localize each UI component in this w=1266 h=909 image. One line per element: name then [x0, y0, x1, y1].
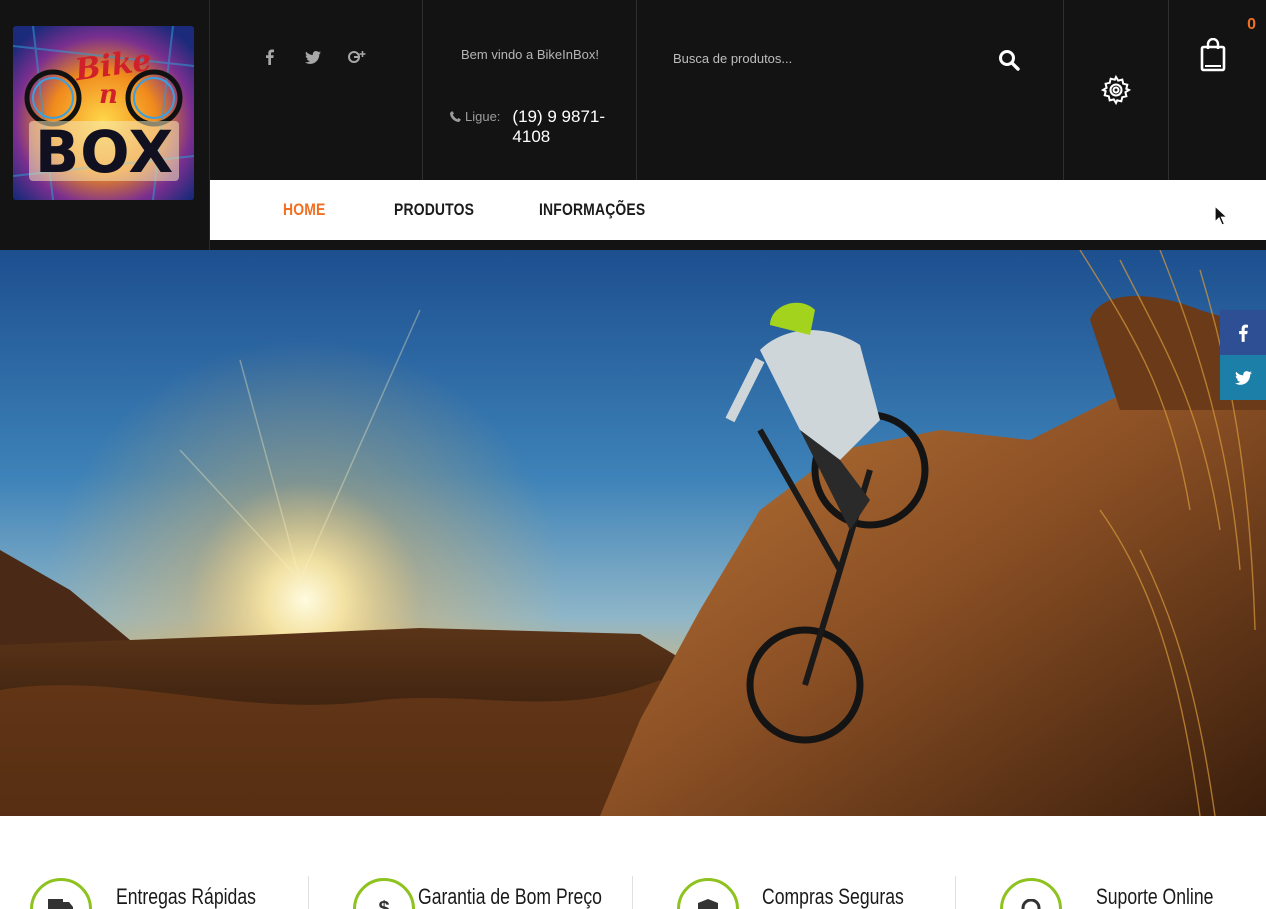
phone-label: Ligue: — [450, 109, 500, 124]
twitter-icon — [1234, 370, 1252, 385]
feature-divider — [308, 876, 309, 909]
hero-image — [0, 250, 1266, 816]
shopping-bag-icon[interactable] — [1199, 37, 1227, 72]
feature-title: Entregas Rápidas — [116, 884, 256, 909]
cart-count-badge: 0 — [1247, 16, 1256, 33]
feature-title: Compras Seguras — [762, 884, 904, 909]
nav-item-produtos[interactable]: PRODUTOS — [394, 200, 474, 220]
twitter-icon[interactable] — [302, 46, 324, 68]
dollar-icon: $ — [353, 878, 415, 909]
gear-icon[interactable] — [1100, 74, 1132, 106]
hero-banner — [0, 250, 1266, 816]
facebook-icon[interactable] — [258, 46, 280, 68]
facebook-icon — [1239, 324, 1248, 342]
welcome-cell: Bem vindo a BikeInBox! Ligue: (19) 9 987… — [423, 0, 637, 180]
logo-text-box: BOX — [35, 118, 175, 186]
phone-icon — [450, 111, 461, 122]
search-cell — [637, 0, 1064, 180]
headset-icon — [1000, 878, 1062, 909]
share-facebook-button[interactable] — [1220, 310, 1266, 355]
feature-divider — [632, 876, 633, 909]
mouse-cursor-icon — [1214, 204, 1229, 231]
logo-cell: Bike n BOX — [0, 0, 210, 250]
nav-item-home[interactable]: HOME — [283, 200, 325, 220]
features-bar: Entregas Rápidas $ Garantia de Bom Preço… — [0, 816, 1266, 909]
search-input[interactable] — [673, 44, 973, 72]
truck-icon — [30, 878, 92, 909]
logo-text-n: n — [99, 80, 118, 110]
site-logo[interactable]: Bike n BOX — [13, 26, 194, 200]
phone-info: Ligue: (19) 9 9871-4108 — [450, 107, 636, 147]
search-icon[interactable] — [995, 46, 1023, 74]
social-links — [210, 0, 423, 180]
google-plus-icon[interactable] — [346, 46, 368, 68]
main-nav: HOME PRODUTOS INFORMAÇÕES — [210, 180, 1266, 240]
feature-title: Suporte Online — [1096, 884, 1214, 909]
phone-label-text: Ligue: — [465, 109, 501, 124]
nav-item-informacoes[interactable]: INFORMAÇÕES — [539, 200, 645, 220]
cart-cell: 0 — [1169, 0, 1266, 180]
share-twitter-button[interactable] — [1220, 355, 1266, 400]
feature-title: Garantia de Bom Preço — [418, 884, 602, 909]
phone-number[interactable]: (19) 9 9871-4108 — [512, 107, 636, 147]
shield-icon — [677, 878, 739, 909]
site-header: Bike n BOX Bem vindo a BikeInBox! Ligue:… — [0, 0, 1266, 250]
welcome-text: Bem vindo a BikeInBox! — [460, 47, 600, 62]
settings-cell — [1064, 0, 1169, 180]
feature-divider — [955, 876, 956, 909]
